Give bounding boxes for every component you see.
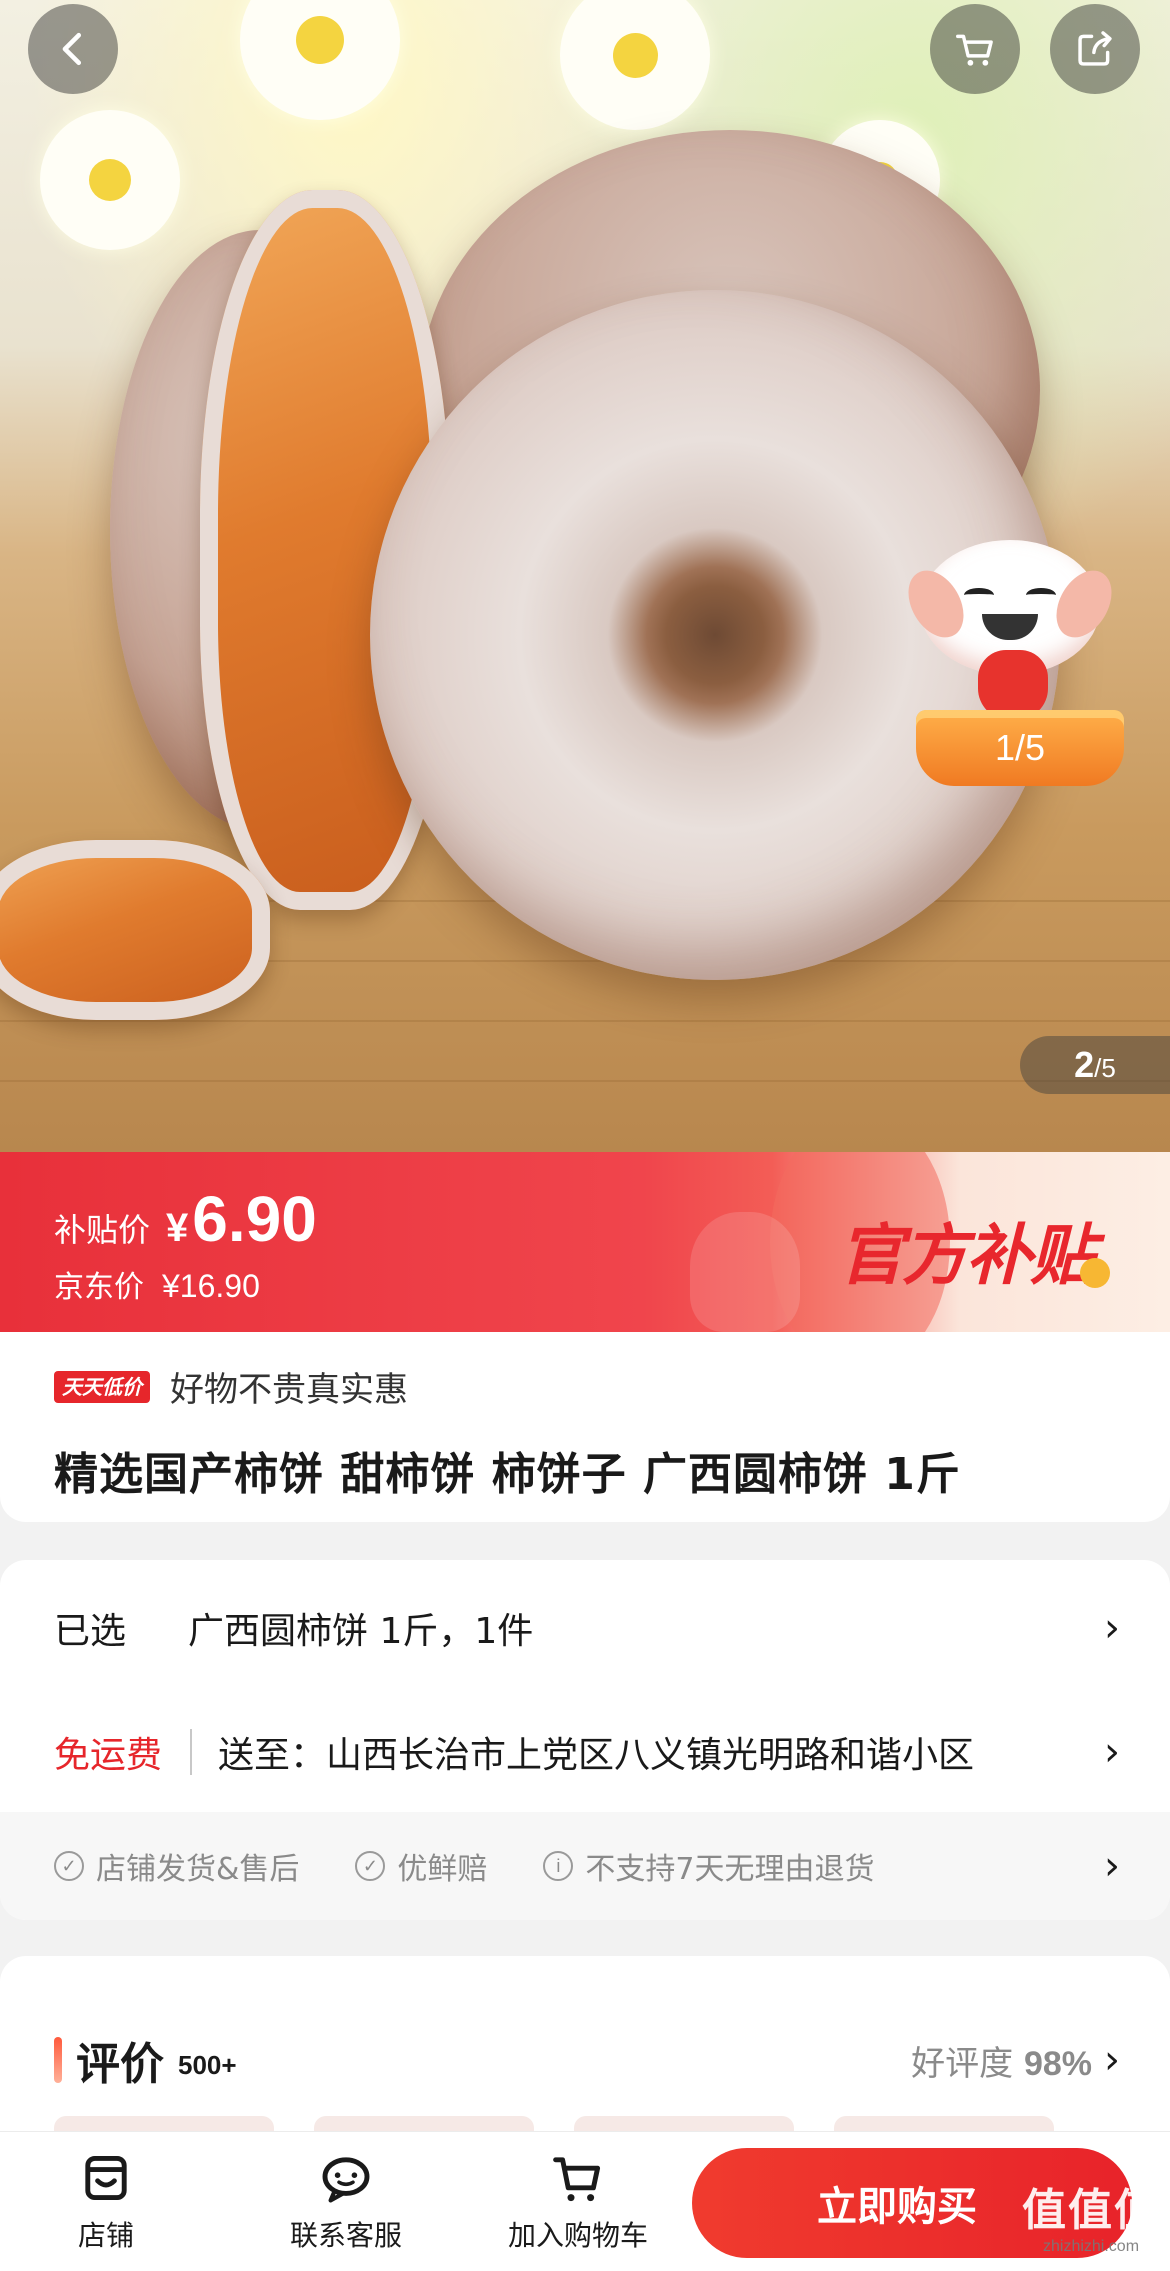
check-circle-icon: ✓ <box>355 1851 386 1881</box>
jd-mascot-widget[interactable]: 1/5 <box>897 520 1130 790</box>
selected-value: 广西圆柿饼 1斤，1件 <box>188 1611 534 1652</box>
jd-price: 京东价 ¥16.90 <box>54 1262 260 1306</box>
pager-current: 2 <box>1074 1044 1095 1085</box>
cart-button[interactable] <box>930 4 1020 94</box>
chevron-right-icon: › <box>1104 2037 1120 2083</box>
positive-rate: 好评度 98% <box>911 2036 1092 2085</box>
persimmon-slice-small <box>0 840 270 1020</box>
mascot-progress-badge: 1/5 <box>916 710 1124 786</box>
bottom-action-bar: 店铺 联系客服 加入购物车 立即购买 <box>0 2131 1170 2271</box>
site-watermark: 值值值 zhizhizhi.com <box>1022 2174 1160 2256</box>
shipping-row[interactable]: 免运费 送至：山西长治市上党区八义镇光明路和谐小区 › <box>54 1726 1120 1778</box>
flower-decoration <box>240 0 400 120</box>
flower-decoration <box>40 110 180 250</box>
pager-total: /5 <box>1094 1053 1116 1083</box>
customer-service-button[interactable]: 联系客服 <box>290 2150 402 2254</box>
add-to-cart-label: 加入购物车 <box>508 2219 649 2252</box>
subsidy-label: 补贴价 <box>54 1211 151 1249</box>
cart-icon <box>956 34 993 66</box>
review-count: 500+ <box>178 2049 237 2080</box>
free-shipping-label: 免运费 <box>54 1735 163 1776</box>
back-button[interactable] <box>28 4 118 94</box>
official-subsidy-badge: 官方补贴 <box>838 1217 1096 1294</box>
chevron-right-icon: › <box>1104 1605 1120 1651</box>
product-slogan: 好物不贵真实惠 <box>170 1370 408 1410</box>
shop-icon <box>85 2155 127 2201</box>
section-accent-bar <box>54 2037 62 2083</box>
currency-symbol: ¥ <box>166 1206 189 1250</box>
positive-rate-label: 好评度 <box>911 2043 1014 2084</box>
service-item: i 不支持7天无理由退货 <box>543 1844 875 1888</box>
coin-bag-icon <box>690 1212 800 1332</box>
subsidy-price: 补贴价 ¥ 6.90 <box>54 1182 317 1256</box>
service-label: 店铺发货&售后 <box>96 1852 300 1887</box>
service-label: 不支持7天无理由退货 <box>585 1852 875 1887</box>
chevron-right-icon: › <box>1104 1843 1120 1889</box>
service-guarantees[interactable]: ✓ 店铺发货&售后 ✓ 优鲜赔 i 不支持7天无理由退货 › <box>0 1812 1170 1920</box>
check-circle-icon: ✓ <box>54 1851 84 1881</box>
product-title: 精选国产柿饼 甜柿饼 柿饼子 广西圆柿饼 1斤 <box>54 1449 961 1500</box>
chevron-left-icon <box>62 32 82 66</box>
subsidy-value: 6.90 <box>192 1183 317 1255</box>
product-title-card: 天天低价 好物不贵真实惠 精选国产柿饼 甜柿饼 柿饼子 广西圆柿饼 1斤 <box>0 1332 1170 1522</box>
add-to-cart-button[interactable]: 加入购物车 <box>508 2150 648 2254</box>
shop-button[interactable]: 店铺 <box>78 2150 134 2254</box>
jd-price-value: ¥16.90 <box>162 1268 260 1304</box>
coin-icon <box>1080 1258 1110 1288</box>
price-banner: 补贴价 ¥ 6.90 京东价 ¥16.90 官方补贴 <box>0 1152 1170 1332</box>
daily-low-price-tag: 天天低价 <box>54 1370 150 1403</box>
shop-label: 店铺 <box>78 2219 135 2252</box>
watermark-logo: 值值值 <box>1022 2185 1160 2236</box>
divider <box>190 1729 193 1775</box>
share-icon <box>1078 31 1112 66</box>
selected-spec-row[interactable]: 已选 广西圆柿饼 1斤，1件 › <box>54 1602 1120 1654</box>
service-item: ✓ 优鲜赔 <box>355 1844 487 1888</box>
service-item: ✓ 店铺发货&售后 <box>54 1844 299 1888</box>
review-title: 评价 <box>76 2039 164 2090</box>
jd-price-label: 京东价 <box>54 1270 144 1305</box>
image-pager: 2 /5 <box>1020 1036 1170 1094</box>
customer-service-label: 联系客服 <box>290 2219 403 2252</box>
info-circle-icon: i <box>543 1851 574 1881</box>
spec-card: 已选 广西圆柿饼 1斤，1件 › 免运费 送至：山西长治市上党区八义镇光明路和谐… <box>0 1560 1170 1920</box>
flower-decoration <box>560 0 710 130</box>
chat-bubble-icon <box>322 2157 370 2203</box>
ship-to-address: 送至：山西长治市上党区八义镇光明路和谐小区 <box>218 1735 975 1776</box>
chevron-right-icon: › <box>1104 1729 1120 1775</box>
product-image-carousel[interactable]: 1/5 2 /5 <box>0 0 1170 1152</box>
watermark-url: zhizhizhi.com <box>1042 2238 1140 2255</box>
service-label: 优鲜赔 <box>397 1852 488 1887</box>
cart-icon <box>553 2157 601 2202</box>
review-header[interactable]: 评价 500+ 好评度 98% › <box>54 2028 1120 2092</box>
selected-label: 已选 <box>54 1611 127 1652</box>
share-button[interactable] <box>1050 4 1140 94</box>
positive-rate-value: 98% <box>1023 2044 1092 2083</box>
